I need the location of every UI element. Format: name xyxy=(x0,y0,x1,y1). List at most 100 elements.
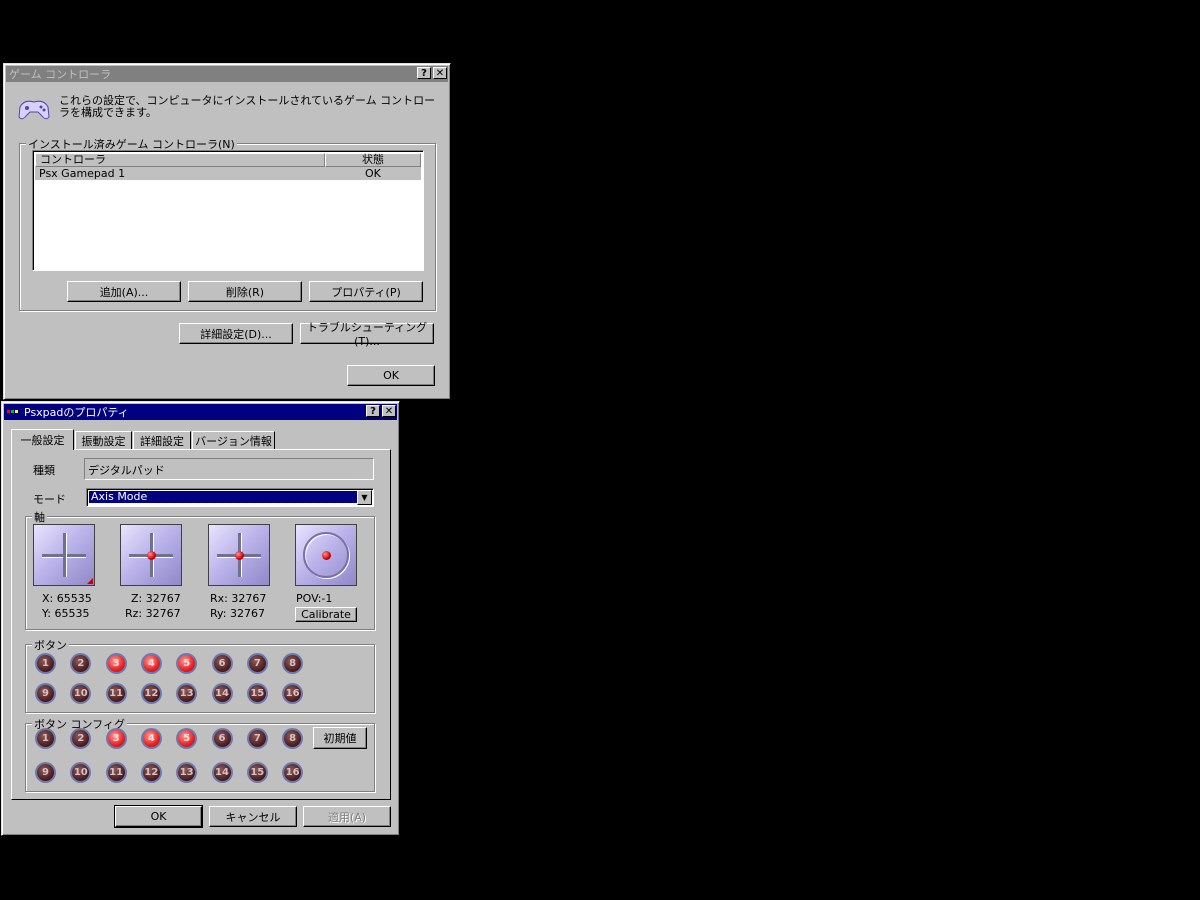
state-button-1: 1 xyxy=(35,653,56,674)
config-button-label: 11 xyxy=(107,764,125,781)
config-button-12[interactable]: 12 xyxy=(140,762,162,783)
tab-advanced-label: 詳細設定 xyxy=(140,434,184,448)
state-button-label: 7 xyxy=(248,655,266,672)
config-button-15[interactable]: 15 xyxy=(246,762,268,783)
col-header-controller[interactable]: コントローラ xyxy=(35,153,325,167)
rx-ry-axis-display xyxy=(208,524,270,586)
config-button-6[interactable]: 6 xyxy=(211,728,233,749)
properties-button-label: プロパティ(P) xyxy=(331,285,401,299)
game-controllers-window: ゲーム コントローラ ? ✕ これらの設定で、コンピュータにインストールされてい… xyxy=(3,63,451,400)
chevron-down-icon[interactable]: ▼ xyxy=(357,490,372,505)
config-button-label: 12 xyxy=(142,764,160,781)
apply-button[interactable]: 適用(A) xyxy=(303,806,391,827)
properties-button[interactable]: プロパティ(P) xyxy=(309,281,423,302)
y-value: Y: 65535 xyxy=(42,607,90,620)
remove-button[interactable]: 削除(R) xyxy=(188,281,302,302)
config-button-16[interactable]: 16 xyxy=(282,762,304,783)
state-button-4: 4 xyxy=(140,653,162,674)
pov-display xyxy=(295,524,357,586)
state-button-14: 14 xyxy=(211,683,233,704)
troubleshoot-button[interactable]: トラブルシューティング(T)... xyxy=(300,321,434,348)
config-button-7[interactable]: 7 xyxy=(246,728,268,749)
list-item[interactable]: Psx Gamepad 1 OK xyxy=(35,167,421,180)
axis-group-label: 軸 xyxy=(32,509,47,525)
state-button-label: 4 xyxy=(142,655,160,672)
props-title-bar[interactable]: Psxpadのプロパティ xyxy=(4,404,397,420)
config-button-label: 1 xyxy=(37,730,54,747)
state-button-label: 3 xyxy=(107,655,125,672)
col-header-status[interactable]: 状態 xyxy=(325,153,421,167)
config-button-11[interactable]: 11 xyxy=(105,762,127,783)
advanced-button-label: 詳細設定(D)... xyxy=(200,327,272,341)
state-button-7: 7 xyxy=(246,653,268,674)
state-button-label: 15 xyxy=(248,685,266,702)
state-button-3: 3 xyxy=(105,653,127,674)
rz-value: Rz: 32767 xyxy=(125,607,181,620)
tab-version-label: バージョン情報 xyxy=(195,434,272,448)
remove-button-label: 削除(R) xyxy=(225,285,265,299)
gc-description: これらの設定で、コンピュータにインストールされているゲーム コントローラを構成で… xyxy=(59,94,436,119)
controller-name: Psx Gamepad 1 xyxy=(39,167,126,180)
state-button-8: 8 xyxy=(282,653,304,674)
calibrate-button[interactable]: Calibrate xyxy=(295,607,357,622)
state-button-15: 15 xyxy=(246,683,268,704)
config-button-label: 5 xyxy=(178,730,196,747)
config-button-4[interactable]: 4 xyxy=(140,728,162,749)
config-button-label: 16 xyxy=(284,764,302,781)
state-button-label: 1 xyxy=(37,655,54,672)
config-button-3[interactable]: 3 xyxy=(105,728,127,749)
ry-value: Ry: 32767 xyxy=(210,607,265,620)
default-button-label: 初期値 xyxy=(323,732,357,745)
tab-advanced[interactable]: 詳細設定 xyxy=(133,431,191,449)
ok-label: OK xyxy=(150,810,167,823)
config-button-label: 9 xyxy=(37,764,54,781)
tab-vibration[interactable]: 振動設定 xyxy=(75,431,132,449)
tab-version[interactable]: バージョン情報 xyxy=(192,431,275,449)
state-button-6: 6 xyxy=(211,653,233,674)
rx-value: Rx: 32767 xyxy=(210,592,267,605)
config-button-label: 3 xyxy=(107,730,125,747)
type-value: デジタルパッド xyxy=(88,464,165,477)
config-button-label: 4 xyxy=(142,730,160,747)
apply-label: 適用(A) xyxy=(327,810,367,824)
tab-general[interactable]: 一般設定 xyxy=(11,429,74,450)
state-button-label: 11 xyxy=(107,685,125,702)
psxpad-properties-window: Psxpadのプロパティ ? ✕ 一般設定 振動設定 詳細設定 バージョン情報 … xyxy=(1,401,400,836)
config-button-1[interactable]: 1 xyxy=(35,728,56,749)
config-button-label: 15 xyxy=(248,764,266,781)
config-button-9[interactable]: 9 xyxy=(35,762,56,783)
type-field: デジタルパッド xyxy=(84,458,374,480)
z-value: Z: 32767 xyxy=(131,592,181,605)
mode-label: モード xyxy=(33,493,66,506)
cancel-label: キャンセル xyxy=(225,810,281,824)
type-label: 種類 xyxy=(33,464,55,477)
config-button-label: 13 xyxy=(178,764,196,781)
tab-general-label: 一般設定 xyxy=(20,434,65,447)
mode-dropdown[interactable]: Axis Mode ▼ xyxy=(86,488,374,507)
cancel-button[interactable]: キャンセル xyxy=(209,806,297,827)
default-button[interactable]: 初期値 xyxy=(313,727,367,749)
config-button-8[interactable]: 8 xyxy=(282,728,304,749)
gc-title-bar[interactable]: ゲーム コントローラ xyxy=(6,66,448,82)
config-button-label: 6 xyxy=(213,730,231,747)
gc-ok-button[interactable]: OK xyxy=(347,365,435,386)
state-button-label: 2 xyxy=(72,655,90,672)
config-button-14[interactable]: 14 xyxy=(211,762,233,783)
close-button[interactable]: ✕ xyxy=(382,405,396,417)
state-button-label: 10 xyxy=(72,685,90,702)
state-button-11: 11 xyxy=(105,683,127,704)
help-button[interactable]: ? xyxy=(366,405,380,417)
state-button-9: 9 xyxy=(35,683,56,704)
state-button-label: 13 xyxy=(178,685,196,702)
close-button[interactable]: ✕ xyxy=(433,67,447,79)
controller-list[interactable]: コントローラ 状態 Psx Gamepad 1 OK xyxy=(32,150,424,271)
xy-axis-display xyxy=(33,524,95,586)
advanced-button[interactable]: 詳細設定(D)... xyxy=(179,323,293,344)
config-button-label: 14 xyxy=(213,764,231,781)
help-button[interactable]: ? xyxy=(417,67,431,79)
state-button-label: 5 xyxy=(178,655,196,672)
ok-button[interactable]: OK xyxy=(114,805,203,828)
gamepad-icon xyxy=(18,100,50,120)
state-button-label: 12 xyxy=(142,685,160,702)
add-button[interactable]: 追加(A)... xyxy=(67,281,181,302)
